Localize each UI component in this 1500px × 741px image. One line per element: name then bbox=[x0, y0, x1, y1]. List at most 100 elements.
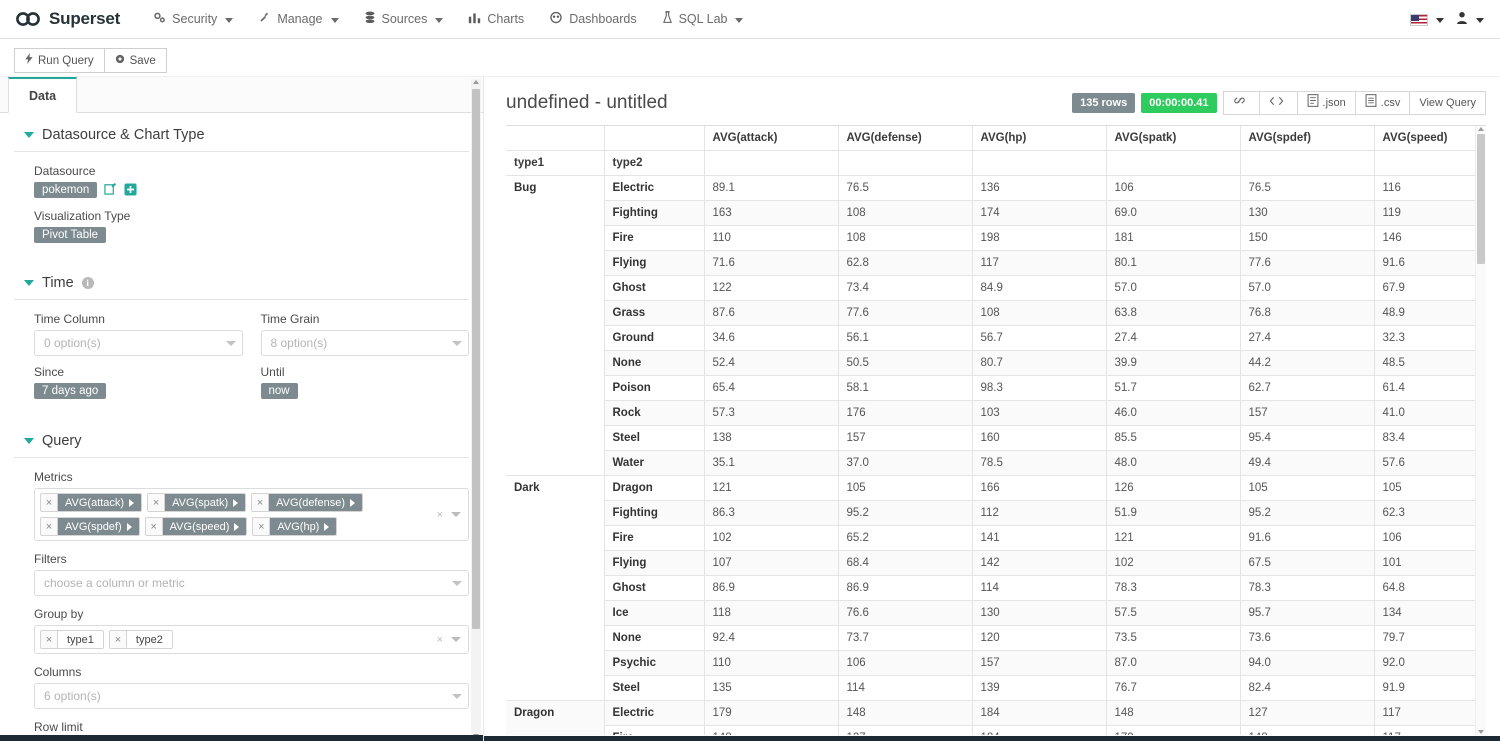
metric-cell: 48.9 bbox=[1374, 300, 1486, 326]
cell-type2: Ghost bbox=[604, 275, 705, 301]
remove-icon[interactable]: × bbox=[41, 494, 58, 511]
metric-token[interactable]: × AVG(hp) bbox=[252, 517, 338, 536]
chevron-down-icon[interactable] bbox=[451, 512, 461, 517]
dimension-header[interactable]: type2 bbox=[604, 150, 705, 176]
remove-icon[interactable]: × bbox=[148, 494, 166, 511]
tab-data[interactable]: Data bbox=[8, 77, 78, 113]
scrollbar-thumb[interactable] bbox=[1477, 134, 1485, 264]
chevron-down-icon bbox=[735, 17, 744, 23]
metric-token[interactable]: × AVG(speed) bbox=[144, 517, 248, 536]
column-header[interactable]: AVG(speed) bbox=[1374, 126, 1486, 151]
nav-item-charts[interactable]: Charts bbox=[457, 2, 535, 36]
columns-select[interactable]: 6 option(s) bbox=[34, 683, 469, 709]
section-query[interactable]: Query bbox=[14, 419, 469, 458]
filters-field: Filters choose a column or metric bbox=[14, 552, 469, 596]
metric-label: AVG(speed) bbox=[169, 520, 230, 533]
nav-item-dashboards[interactable]: Dashboards bbox=[538, 2, 647, 36]
section-title: Time bbox=[42, 275, 74, 291]
nav-item-manage[interactable]: Manage bbox=[247, 2, 349, 36]
flask-icon bbox=[662, 11, 673, 27]
metric-cell: 117 bbox=[1374, 725, 1486, 735]
remove-icon[interactable]: × bbox=[109, 631, 127, 648]
metric-cell: 80.1 bbox=[1106, 250, 1241, 276]
nav-item-security[interactable]: Security bbox=[142, 2, 244, 36]
chevron-down-icon[interactable] bbox=[451, 637, 461, 642]
remove-icon[interactable]: × bbox=[145, 518, 163, 535]
time-row-1: Time Column 0 option(s) Time Grain 8 opt… bbox=[14, 312, 469, 356]
scrollbar-thumb[interactable] bbox=[472, 89, 480, 629]
section-title: Datasource & Chart Type bbox=[42, 127, 205, 143]
metric-token[interactable]: × AVG(spdef) bbox=[40, 517, 140, 536]
save-button[interactable]: Save bbox=[104, 48, 167, 73]
section-time[interactable]: Time i bbox=[14, 261, 469, 300]
file-json-icon bbox=[1307, 94, 1319, 112]
groupby-select[interactable]: × type1 × type2 × bbox=[34, 625, 469, 654]
metric-cell: 105 bbox=[1240, 475, 1375, 501]
plus-icon[interactable] bbox=[124, 182, 137, 198]
navbar-menu: Security Manage Sources Charts Dashboard… bbox=[142, 2, 754, 36]
edit-icon[interactable] bbox=[104, 182, 117, 198]
datasource-value[interactable]: pokemon bbox=[34, 182, 98, 198]
visualization-type-value[interactable]: Pivot Table bbox=[34, 227, 107, 243]
metric-cell: 138 bbox=[704, 425, 839, 451]
column-header[interactable]: AVG(spatk) bbox=[1106, 126, 1241, 151]
metric-cell: 48.5 bbox=[1374, 350, 1486, 376]
cell-type2: Steel bbox=[604, 425, 705, 451]
until-value[interactable]: now bbox=[260, 383, 298, 399]
scroll-up-icon[interactable] bbox=[473, 80, 479, 84]
control-panel-scrollbar[interactable] bbox=[471, 79, 481, 739]
metrics-select[interactable]: × AVG(attack) × AVG(spatk) × AVG(defense… bbox=[34, 488, 469, 541]
control-tabs: Data bbox=[0, 77, 483, 113]
table-scrollbar[interactable] bbox=[1475, 126, 1486, 735]
metric-token[interactable]: × AVG(defense) bbox=[251, 493, 364, 512]
column-header[interactable]: AVG(spdef) bbox=[1240, 126, 1375, 151]
table-row: Fighting 163 108 174 69.0 130 119 bbox=[506, 200, 1486, 226]
metric-cell: 112 bbox=[972, 500, 1107, 526]
groupby-token[interactable]: × type1 bbox=[40, 630, 104, 649]
user-menu[interactable] bbox=[1452, 2, 1488, 37]
metric-cell: 56.7 bbox=[972, 325, 1107, 351]
scroll-down-icon[interactable] bbox=[1478, 730, 1484, 734]
column-header[interactable]: AVG(defense) bbox=[838, 126, 973, 151]
scroll-up-icon[interactable] bbox=[1478, 127, 1484, 131]
cell-type2: Ghost bbox=[604, 575, 705, 601]
metric-cell: 49.4 bbox=[1240, 450, 1375, 476]
metric-cell: 179 bbox=[704, 700, 839, 726]
remove-icon[interactable]: × bbox=[253, 518, 271, 535]
superset-brand[interactable]: Superset bbox=[16, 9, 120, 29]
dimension-header[interactable]: type1 bbox=[506, 150, 605, 176]
metric-token[interactable]: × AVG(spatk) bbox=[147, 493, 247, 512]
time-grain-select[interactable]: 8 option(s) bbox=[260, 330, 469, 356]
nav-item-sql-lab[interactable]: SQL Lab bbox=[651, 2, 755, 36]
view-query-button[interactable]: View Query bbox=[1410, 91, 1486, 115]
section-datasource-chart-type[interactable]: Datasource & Chart Type bbox=[14, 113, 469, 152]
column-header[interactable]: AVG(attack) bbox=[704, 126, 839, 151]
remove-icon[interactable]: × bbox=[41, 518, 58, 535]
column-header[interactable]: AVG(hp) bbox=[972, 126, 1107, 151]
remove-icon[interactable]: × bbox=[252, 494, 270, 511]
time-column-select[interactable]: 0 option(s) bbox=[34, 330, 243, 356]
groupby-token[interactable]: × type2 bbox=[108, 630, 173, 649]
metric-cell: 80.7 bbox=[972, 350, 1107, 376]
language-selector[interactable] bbox=[1406, 5, 1448, 35]
filters-select[interactable]: choose a column or metric bbox=[34, 570, 469, 596]
chevron-right-icon bbox=[233, 498, 239, 507]
info-icon[interactable]: i bbox=[81, 277, 94, 289]
chevron-right-icon bbox=[324, 522, 330, 531]
export-csv-button[interactable]: .csv bbox=[1355, 91, 1411, 115]
export-json-button[interactable]: .json bbox=[1297, 91, 1356, 115]
view-code-button[interactable] bbox=[1259, 91, 1298, 115]
metric-cell: 46.0 bbox=[1106, 400, 1241, 426]
share-link-button[interactable] bbox=[1222, 91, 1260, 115]
clear-all-icon[interactable]: × bbox=[437, 634, 443, 646]
clear-all-icon[interactable]: × bbox=[437, 509, 443, 521]
chevron-right-icon bbox=[350, 498, 356, 507]
metric-cell: 51.7 bbox=[1106, 375, 1241, 401]
metric-cell: 89.1 bbox=[704, 175, 839, 201]
remove-icon[interactable]: × bbox=[41, 631, 58, 648]
since-value[interactable]: 7 days ago bbox=[34, 383, 107, 399]
metric-token[interactable]: × AVG(attack) bbox=[40, 493, 143, 512]
run-query-button[interactable]: Run Query bbox=[14, 48, 105, 73]
nav-item-sources[interactable]: Sources bbox=[353, 2, 455, 36]
cell-type2: None bbox=[604, 350, 705, 376]
